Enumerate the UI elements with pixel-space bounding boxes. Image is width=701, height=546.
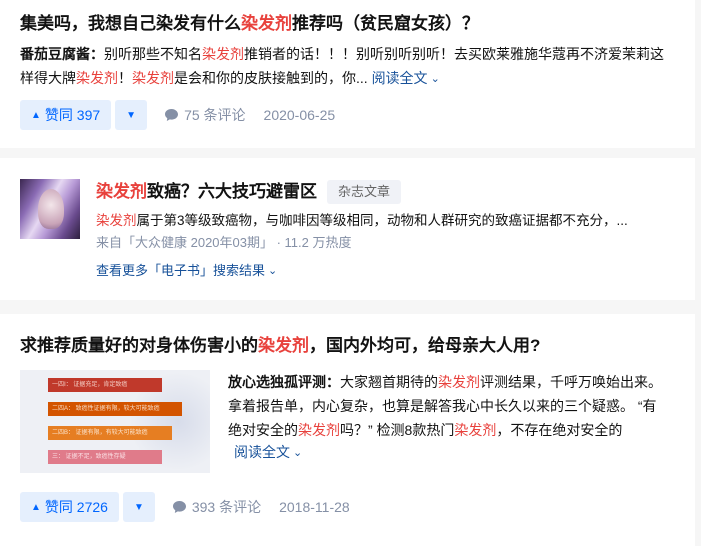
result-excerpt[interactable]: 染发剂属于第3等级致癌物，与咖啡因等级相同，动物和人群研究的致癌证据都不充分，.…	[96, 209, 676, 233]
result-title[interactable]: 求推荐质量好的对身体伤害小的染发剂，国内外均可，给母亲大人用?	[20, 334, 540, 358]
result-title[interactable]: 集美吗，我想自己染发有什么染发剂推荐吗（贫民窟女孩）？	[20, 12, 479, 36]
upvote-button[interactable]: ▲ 赞同 397	[20, 100, 112, 130]
post-date: 2018-11-28	[279, 499, 350, 515]
result-excerpt[interactable]: 番茄豆腐酱：别听那些不知名染发剂推销者的话！！！别听别听别听！去买欧莱雅施华蔻再…	[20, 42, 675, 92]
result-card-2: 染发剂致癌？六大技巧避雷区 杂志文章 染发剂属于第3等级致癌物，与咖啡因等级相同，…	[0, 158, 695, 300]
triangle-down-icon: ▼	[126, 109, 137, 121]
chevron-down-icon: ⌄	[268, 265, 278, 277]
comment-bubble-icon	[165, 109, 179, 121]
upvote-button[interactable]: ▲ 赞同 2726	[20, 492, 119, 522]
action-bar: ▲ 赞同 2726 ▼ 393 条评论 2018-11-28	[20, 492, 350, 522]
thumb-row-1: 一四Ⅰ： 证据充足，肯定致癌	[48, 378, 162, 392]
downvote-button[interactable]: ▼	[115, 100, 148, 130]
comment-bubble-icon	[172, 501, 186, 513]
triangle-up-icon: ▲	[31, 501, 41, 513]
result-title[interactable]: 染发剂致癌？六大技巧避雷区 杂志文章	[96, 180, 402, 204]
more-ebooks-link[interactable]: 查看更多「电子书」搜索结果 ⌄	[96, 259, 277, 284]
chevron-down-icon: ⌄	[430, 73, 440, 85]
comment-button[interactable]: 393 条评论	[172, 497, 261, 517]
read-more-link[interactable]: 阅读全文 ⌄	[372, 70, 440, 86]
chevron-down-icon: ⌄	[293, 447, 303, 459]
triangle-down-icon: ▼	[133, 501, 144, 513]
source-info: 来自「大众健康 2020年03期」 · 11.2 万热度	[96, 235, 352, 250]
post-date: 2020-06-25	[263, 107, 336, 123]
downvote-button[interactable]: ▼	[122, 492, 155, 522]
result-excerpt[interactable]: 放心选独孤评测：大家翘首期待的染发剂评测结果，千呼万唤始出来。拿着报告单，内心复…	[228, 370, 670, 442]
article-thumbnail[interactable]: 一四Ⅰ： 证据充足，肯定致癌 二四A： 致癌性证据有限，较大可能致癌 二四B： …	[20, 370, 210, 473]
result-card-1: 集美吗，我想自己染发有什么染发剂推荐吗（贫民窟女孩）？ 番茄豆腐酱：别听那些不知…	[0, 0, 695, 148]
author-name: 番茄豆腐酱：	[20, 46, 104, 62]
magazine-tag: 杂志文章	[327, 180, 402, 204]
triangle-up-icon: ▲	[31, 109, 41, 121]
thumb-row-2: 二四A： 致癌性证据有限，较大可能致癌	[48, 402, 182, 416]
result-card-3: 求推荐质量好的对身体伤害小的染发剂，国内外均可，给母亲大人用? 一四Ⅰ： 证据充…	[0, 314, 695, 546]
comment-button[interactable]: 75 条评论	[165, 105, 246, 125]
action-bar: ▲ 赞同 397 ▼ 75 条评论 2020-06-25	[20, 100, 335, 130]
read-more-link[interactable]: 阅读全文 ⌄	[234, 440, 302, 466]
magazine-thumbnail[interactable]	[20, 179, 80, 239]
author-name: 放心选独孤评测：	[228, 374, 340, 390]
thumb-row-4: 三： 证据不足，致癌性存疑	[48, 450, 162, 464]
thumb-row-3: 二四B： 证据有限，有较大可能致癌	[48, 426, 172, 440]
